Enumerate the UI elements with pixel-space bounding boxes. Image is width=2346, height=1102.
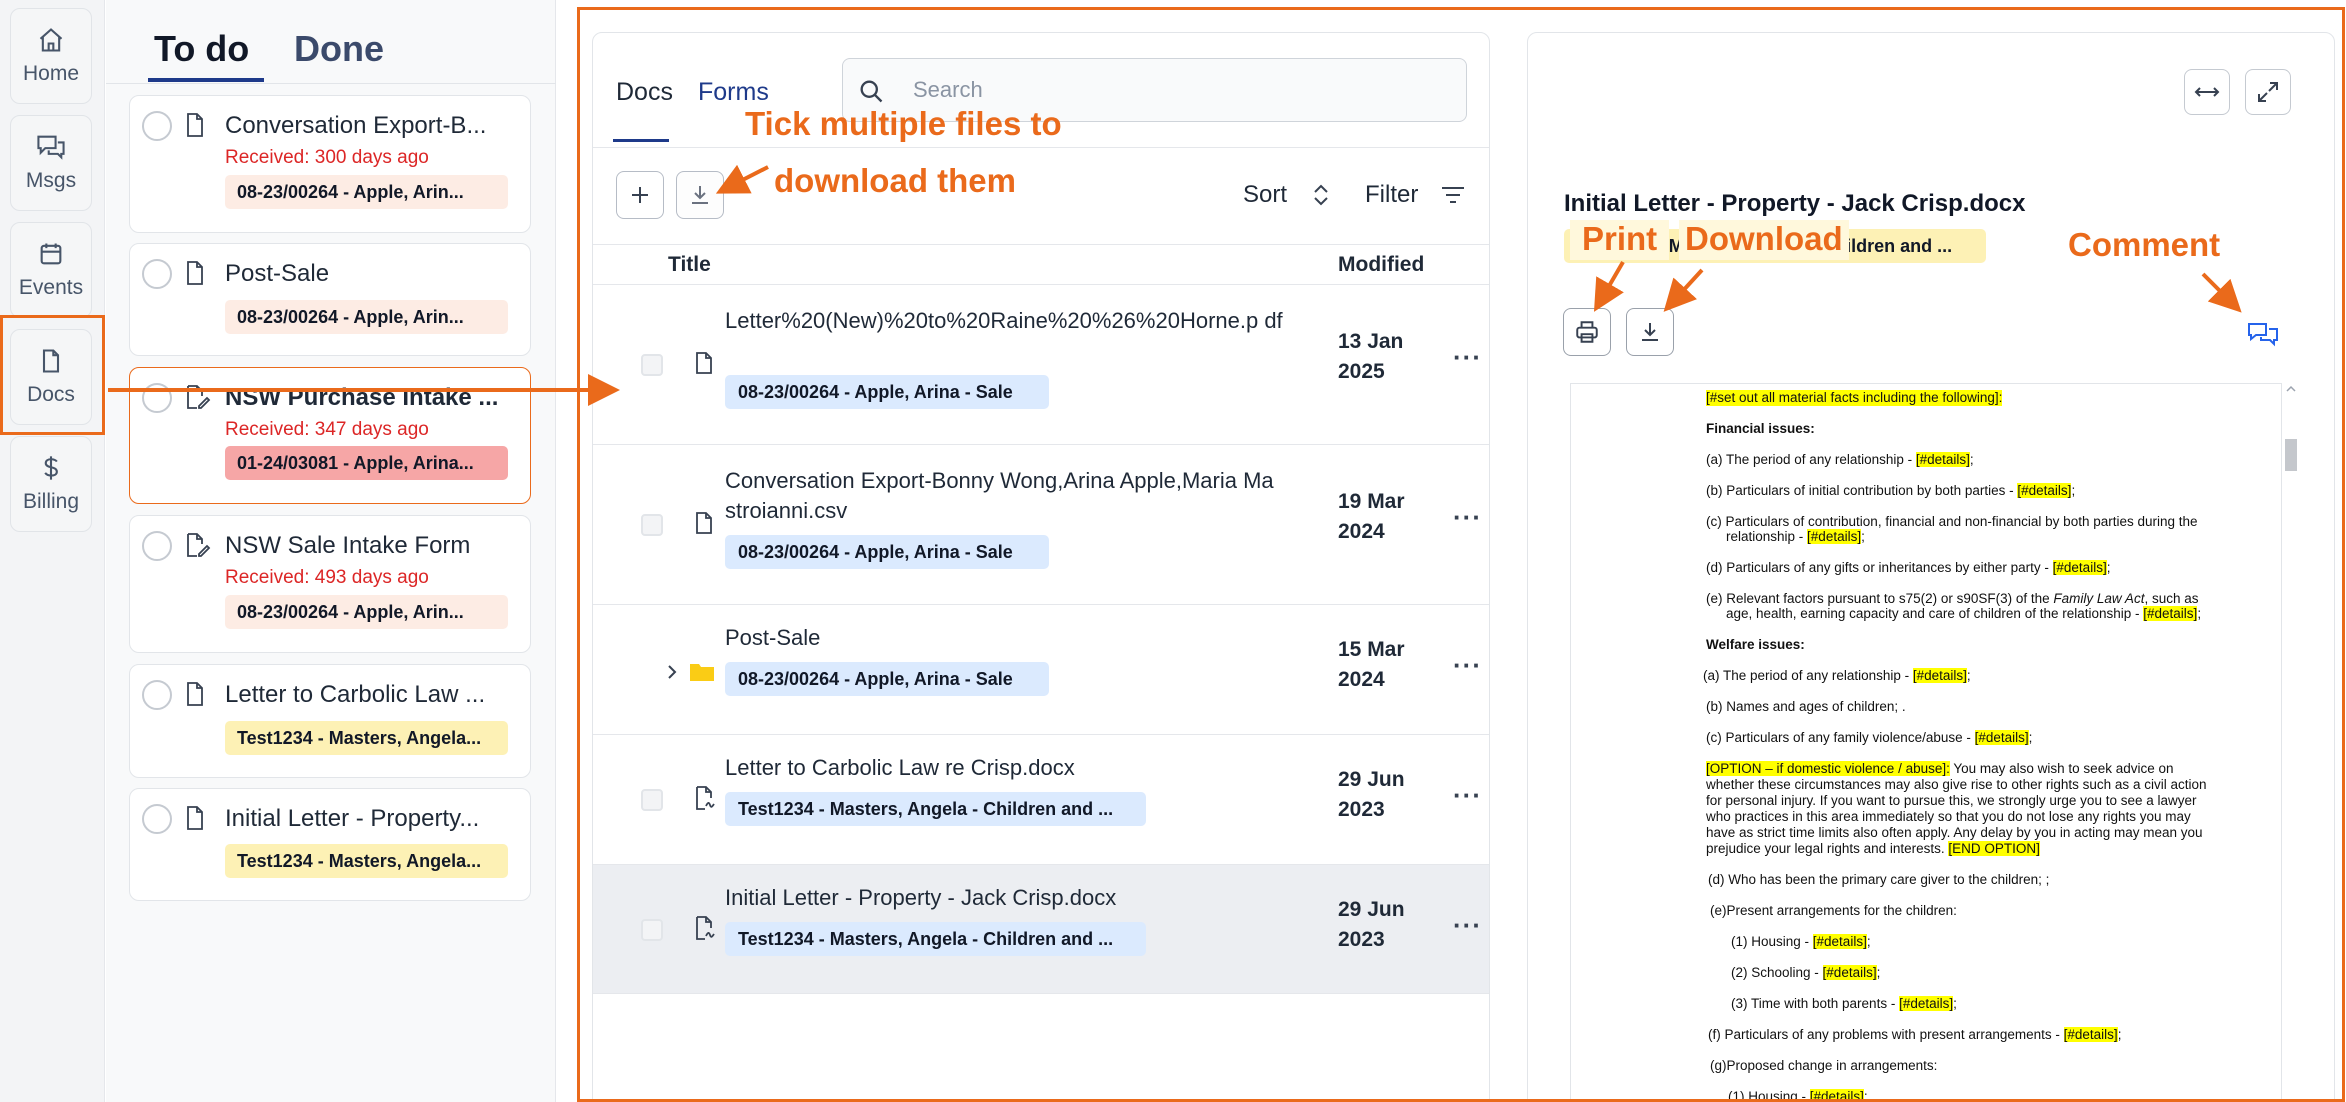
arrow-comment xyxy=(2201,272,2242,313)
annotation-arrows xyxy=(108,164,2242,406)
arrow-print xyxy=(1593,260,1625,312)
arrow-download xyxy=(1663,268,1704,312)
arrow-tick-to-download xyxy=(715,164,769,194)
